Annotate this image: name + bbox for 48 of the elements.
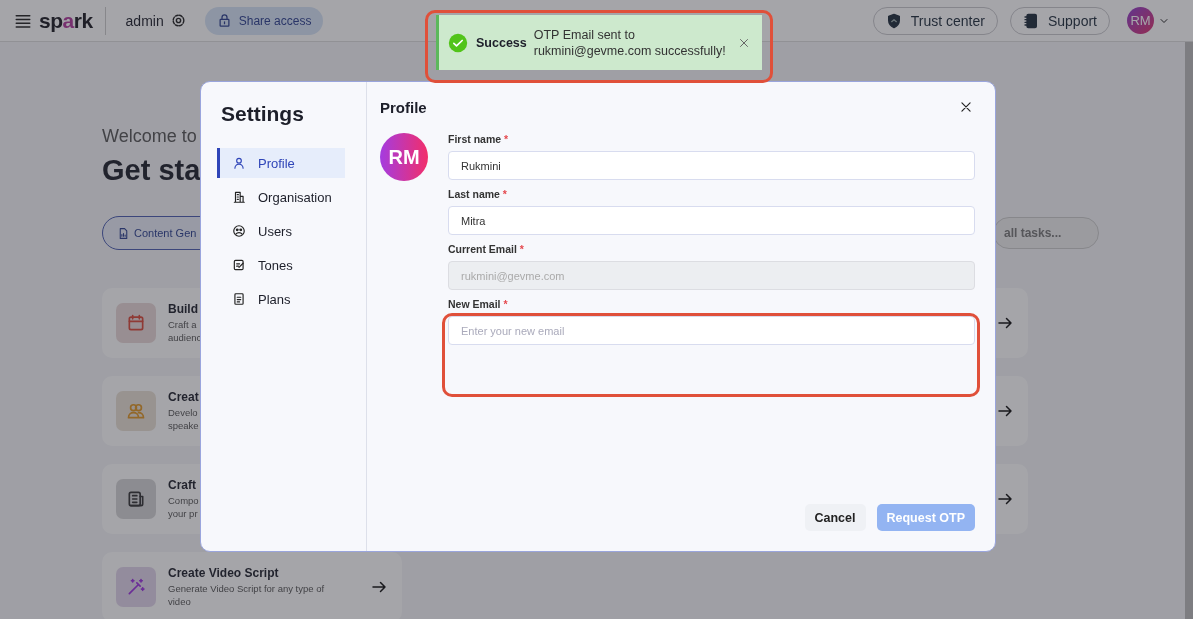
building-icon [232,190,246,204]
nav-item[interactable]: Plans [217,284,345,314]
profile-avatar: RM [380,133,428,181]
task-card[interactable]: Create Video Script Generate Video Script for any type of video [102,552,402,619]
card-description: Generate Video Script for any type of video [168,582,326,608]
input-field[interactable]: Mitra [448,206,975,235]
search-field[interactable]: all tasks... [993,217,1099,249]
document-icon [232,292,246,306]
card-title: Craft [168,478,197,492]
shield-icon [885,12,902,29]
card-description: Develo speake [168,406,200,432]
trust-center-button[interactable]: Trust center [872,6,998,35]
user-avatar[interactable]: RM [1127,7,1154,34]
card-description: Craft a audienc [168,318,203,344]
close-icon [959,100,973,114]
support-button[interactable]: Support [1009,6,1110,35]
field-label: First name * [448,133,510,147]
nav-item[interactable]: Organisation [217,182,345,212]
field-label: New Email * [448,298,509,312]
face-icon [232,224,246,238]
close-icon [738,36,750,49]
edit-note-icon [232,258,246,272]
nav-item[interactable]: Tones [217,250,345,280]
card-description: Compo your pr [168,494,200,520]
input-field[interactable]: Enter your new email [448,316,975,345]
check-circle-icon [448,32,468,53]
cancel-button[interactable]: Cancel [804,504,866,531]
person-icon [232,156,246,170]
input-field[interactable]: Rukmini [448,151,975,180]
toast-title: Success [476,35,527,50]
field-label: Last name * [448,188,508,202]
notebook-icon [1022,12,1039,29]
lock-icon [216,13,232,28]
card-title: Creat [168,390,200,404]
dialog-title: Settings [221,102,305,126]
card-title: Build [168,302,199,316]
nav-item[interactable]: Profile [217,148,345,178]
logo: spark [39,8,93,33]
workspace-name[interactable]: admin [125,12,164,29]
toast-message: OTP Email sent to rukmini@gevme.com successfully! [533,26,727,59]
field-label: Current Email * [448,243,525,257]
document-icon [117,226,130,240]
share-access-button[interactable]: Share access [204,6,324,35]
page-heading: Get sta [102,154,201,188]
section-title: Profile [380,98,427,116]
scrollbar[interactable] [1185,42,1193,619]
welcome-text: Welcome to [102,126,197,148]
card-title: Create Video Script [168,566,280,580]
